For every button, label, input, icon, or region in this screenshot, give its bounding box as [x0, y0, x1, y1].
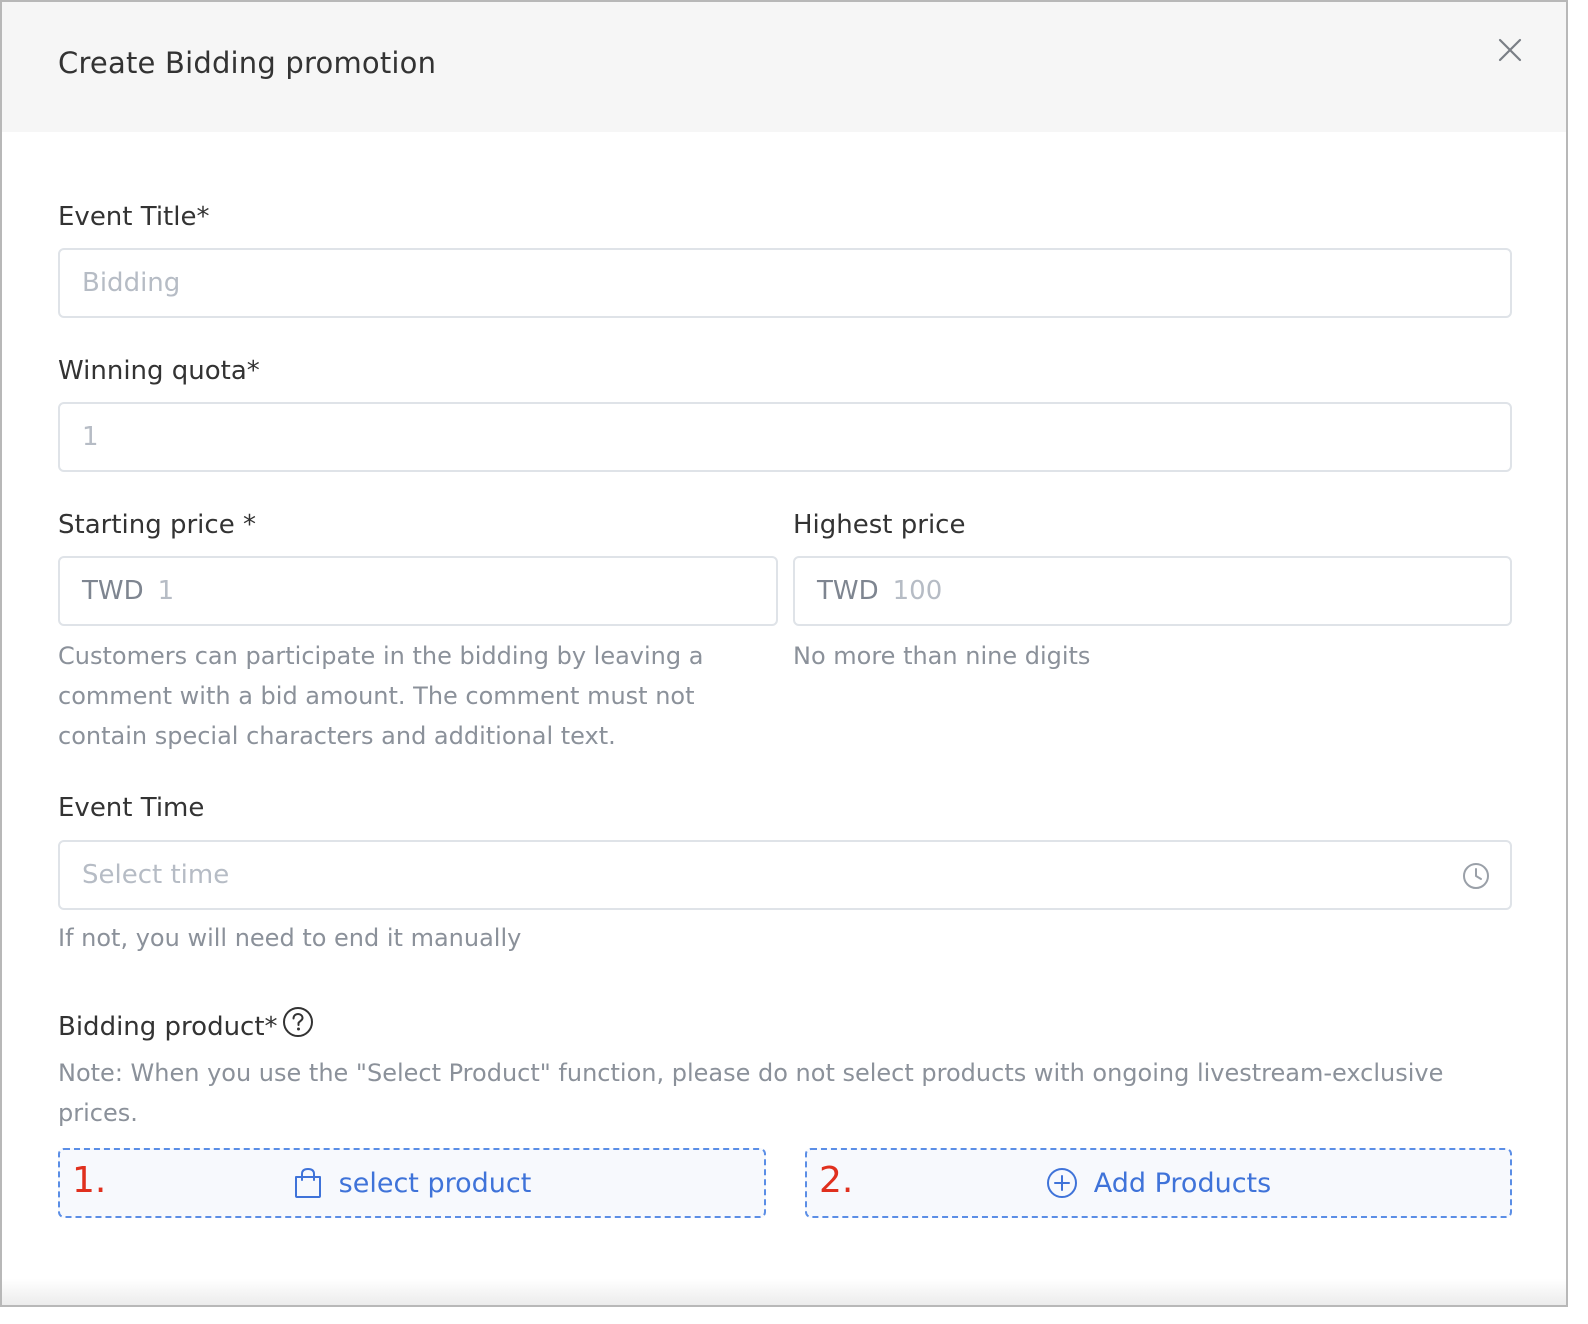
winning-quota-label: Winning quota*	[58, 356, 260, 386]
select-product-content: select product	[60, 1150, 764, 1216]
add-products-content: Add Products	[807, 1150, 1510, 1216]
highest-price-label: Highest price	[793, 510, 966, 540]
shopping-bag-icon	[294, 1167, 321, 1198]
help-icon[interactable]	[282, 1006, 314, 1045]
dialog-header: Create Bidding promotion	[2, 2, 1566, 132]
bidding-product-label-row: Bidding product*	[58, 1006, 314, 1047]
winning-quota-input[interactable]: 1	[58, 402, 1512, 472]
starting-price-hint: Customers can participate in the bidding…	[58, 636, 703, 756]
add-products-label: Add Products	[1093, 1167, 1272, 1199]
select-product-label: select product	[338, 1167, 532, 1199]
close-button[interactable]	[1494, 34, 1526, 66]
starting-price-hint-line: contain special characters and additiona…	[58, 722, 616, 750]
winning-quota-placeholder: 1	[82, 422, 99, 452]
close-icon	[1498, 38, 1522, 62]
starting-price-hint-line: comment with a bid amount. The comment m…	[58, 682, 695, 710]
clock-icon	[1463, 863, 1489, 889]
event-title-placeholder: Bidding	[82, 268, 181, 298]
select-product-button[interactable]: 1. select product	[58, 1148, 766, 1218]
bidding-product-note-line: prices.	[58, 1099, 138, 1127]
create-bidding-dialog: Create Bidding promotion Event Title* Bi…	[0, 0, 1568, 1307]
event-title-input[interactable]: Bidding	[58, 248, 1512, 318]
starting-price-input[interactable]: TWD 1	[58, 556, 778, 626]
starting-price-placeholder: 1	[157, 576, 175, 606]
highest-price-input[interactable]: TWD 100	[793, 556, 1512, 626]
add-products-button[interactable]: 2. Add Products	[805, 1148, 1512, 1218]
highest-price-hint: No more than nine digits	[793, 642, 1091, 670]
highest-price-currency: TWD	[817, 576, 879, 606]
starting-price-hint-line: Customers can participate in the bidding…	[58, 642, 704, 670]
dialog-footer-shade	[2, 1279, 1566, 1305]
event-time-picker[interactable]: Select time	[58, 840, 1512, 910]
starting-price-label: Starting price *	[58, 510, 256, 540]
event-time-placeholder: Select time	[82, 860, 230, 890]
event-time-hint: If not, you will need to end it manually	[58, 924, 522, 952]
event-title-label: Event Title*	[58, 202, 210, 232]
bidding-product-note-line: Note: When you use the "Select Product" …	[58, 1059, 1444, 1087]
starting-price-currency: TWD	[82, 576, 144, 606]
bidding-product-note: Note: When you use the "Select Product" …	[58, 1053, 1443, 1133]
bidding-product-label: Bidding product*	[58, 1012, 278, 1042]
plus-circle-icon	[1046, 1168, 1077, 1198]
highest-price-placeholder: 100	[892, 576, 943, 606]
dialog-title: Create Bidding promotion	[58, 46, 437, 80]
event-time-label: Event Time	[58, 793, 205, 823]
